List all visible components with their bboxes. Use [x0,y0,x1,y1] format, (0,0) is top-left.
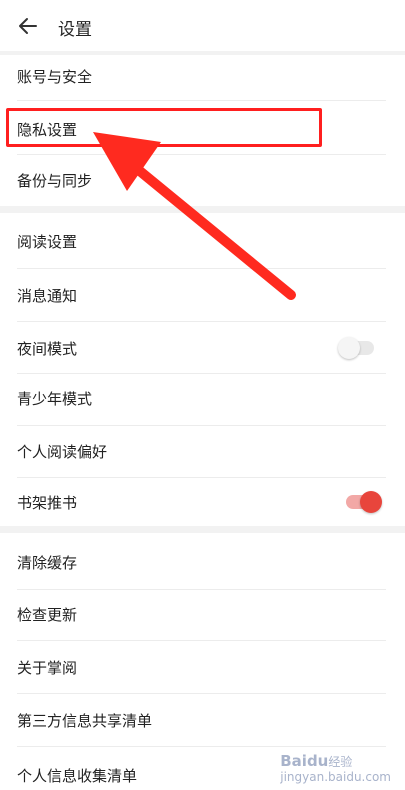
baidu-jingyan-watermark: Baidu经验 jingyan.baidu.com [280,752,391,784]
annotation-arrow-icon [93,132,296,300]
watermark-domain: jingyan.baidu.com [280,770,391,784]
watermark-suffix: 经验 [328,755,353,769]
watermark-brand: Baidu [280,752,329,770]
